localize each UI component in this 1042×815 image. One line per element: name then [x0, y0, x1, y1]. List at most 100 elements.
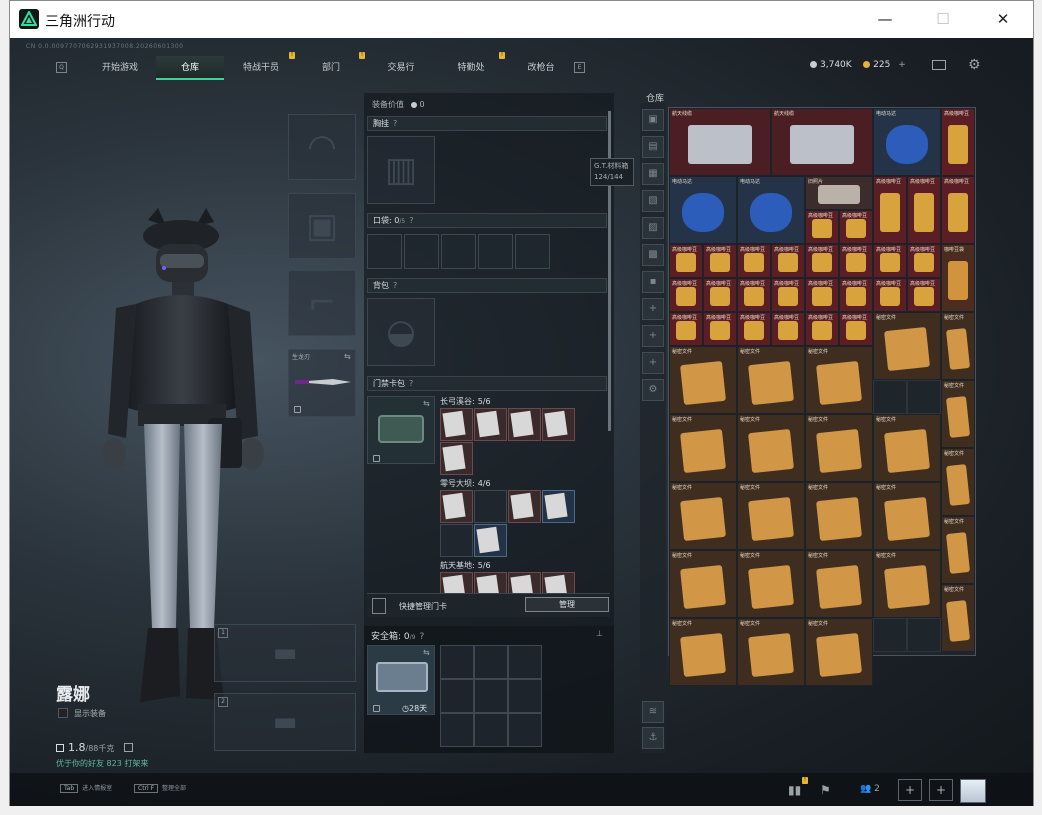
keycard-item[interactable] [508, 408, 541, 441]
stash-item-coffee[interactable]: 高级咖啡豆 [805, 312, 839, 346]
helmet-slot[interactable]: ◠ [288, 114, 356, 180]
stash-item-coffee[interactable]: 高级咖啡豆 [907, 176, 941, 244]
stash-item-coffee[interactable]: 高级咖啡豆 [805, 244, 839, 278]
stash-tab-3[interactable]: ▧ [642, 190, 664, 212]
stash-item-coffee[interactable]: 高级咖啡豆 [771, 312, 805, 346]
mail-icon[interactable] [932, 60, 946, 70]
sort-hint[interactable]: Ctrl F 整理全部 [134, 783, 186, 793]
secondary-weapon-slot[interactable]: 2 ▬ [214, 693, 356, 751]
help-icon[interactable]: ? [409, 216, 413, 225]
stash-item-doc[interactable]: 秘密文件 [941, 584, 975, 652]
melee-slot[interactable]: 生龙刃 ⇆ [288, 349, 356, 417]
flag-icon[interactable]: ⚑ [820, 783, 831, 797]
safebox-cell[interactable] [508, 713, 542, 747]
stash-item-motor[interactable]: 电动马达 [737, 176, 805, 244]
keycard-item[interactable] [508, 490, 541, 523]
stash-item-coffee[interactable]: 高级咖啡豆 [703, 278, 737, 312]
gear-icon[interactable]: ⚙ [968, 57, 981, 73]
stash-item-coffee[interactable]: 高级咖啡豆 [669, 278, 703, 312]
stash-cell[interactable] [907, 618, 941, 652]
stash-item-doc[interactable]: 秘密文件 [669, 618, 737, 686]
stash-tab-4[interactable]: ▨ [642, 217, 664, 239]
help-icon[interactable]: ? [393, 119, 397, 128]
help-icon[interactable]: ? [409, 379, 413, 388]
stash-item-coffee[interactable]: 高级咖啡豆 [907, 278, 941, 312]
stash-item-doc[interactable]: 秘密文件 [669, 482, 737, 550]
add-currency-button[interactable]: + [898, 60, 906, 70]
stash-settings-icon[interactable]: ⚙ [642, 379, 664, 401]
keycard-item[interactable] [542, 408, 575, 441]
stash-item-coffee[interactable]: 高级咖啡豆 [669, 312, 703, 346]
keycard-item[interactable] [474, 524, 507, 557]
safebox-cell[interactable] [508, 645, 542, 679]
list-icon[interactable] [123, 743, 133, 752]
add-tab-button[interactable]: + [642, 298, 664, 320]
backpack-slot[interactable]: ◒ [367, 298, 435, 366]
keycard-item[interactable] [542, 490, 575, 523]
stash-item-motor[interactable]: 电动马达 [873, 108, 941, 176]
swap-icon[interactable]: ⇆ [423, 399, 430, 408]
show-gear-checkbox[interactable] [58, 708, 68, 718]
stash-tab-6[interactable]: ▪ [642, 271, 664, 293]
stash-item-doc[interactable]: 秘密文件 [873, 550, 941, 618]
nav-prev-key[interactable]: Q [56, 62, 67, 73]
stash-cell[interactable] [907, 380, 941, 414]
stash-item-doc[interactable]: 秘密文件 [805, 618, 873, 686]
safebox-cell[interactable] [440, 713, 474, 747]
safebox-cell[interactable] [440, 679, 474, 713]
safebox-cell[interactable] [474, 713, 508, 747]
stash-item-coffee[interactable]: 高级咖啡豆 [669, 244, 703, 278]
show-gear-toggle[interactable]: 显示装备 [58, 708, 106, 719]
add-tab-button[interactable]: + [642, 352, 664, 374]
help-icon[interactable]: ? [393, 281, 397, 290]
stash-tab-2[interactable]: ▦ [642, 163, 664, 185]
add-friend-button-2[interactable]: + [929, 779, 953, 801]
pin-icon[interactable]: ⊥ [596, 629, 603, 638]
keycard-item[interactable] [440, 490, 473, 523]
primary-weapon-slot[interactable]: 1 ▬ [214, 624, 356, 682]
stash-item-doc[interactable]: 秘密文件 [941, 380, 975, 448]
add-friend-button[interactable]: + [898, 779, 922, 801]
stash-item-coffee[interactable]: 高级咖啡豆 [839, 244, 873, 278]
stash-item-coffee[interactable]: 高级咖啡豆 [941, 176, 975, 244]
minimize-button[interactable]: — [862, 1, 908, 37]
stash-item-coffee[interactable]: 高级咖啡豆 [941, 108, 975, 176]
stash-item-coffee[interactable]: 高级咖啡豆 [805, 210, 839, 244]
safebox-cell[interactable] [508, 679, 542, 713]
tab-4[interactable]: 交易行 [366, 56, 436, 80]
stash-item-doc[interactable]: 秘密文件 [737, 482, 805, 550]
stash-item-coffee[interactable]: 高级咖啡豆 [873, 244, 907, 278]
stash-cell[interactable] [873, 380, 907, 414]
stash-item-doc[interactable]: 秘密文件 [737, 618, 805, 686]
stash-item-coffee[interactable]: 高级咖啡豆 [737, 244, 771, 278]
stash-item-doc[interactable]: 秘密文件 [941, 516, 975, 584]
stash-item-photo[interactable]: 旧照片 [805, 176, 873, 210]
close-button[interactable]: ✕ [980, 1, 1026, 37]
stash-item-coffee[interactable]: 高级咖啡豆 [839, 312, 873, 346]
friends-indicator[interactable]: 👥 2 [860, 784, 880, 794]
stash-item-cable[interactable]: 航天线缆 [669, 108, 771, 176]
layers-icon[interactable]: ≋ [642, 701, 664, 723]
chest-rig-slot[interactable]: ▥ [367, 136, 435, 204]
stash-item-doc[interactable]: 秘密文件 [873, 482, 941, 550]
stash-item-coffee[interactable]: 高级咖啡豆 [703, 312, 737, 346]
stash-item-motor[interactable]: 电动马达 [669, 176, 737, 244]
pocket-slot[interactable] [515, 234, 550, 269]
stash-item-coffee[interactable]: 高级咖啡豆 [737, 312, 771, 346]
keycard-item[interactable] [440, 442, 473, 475]
stash-item-doc[interactable]: 秘密文件 [737, 550, 805, 618]
stash-tab-5[interactable]: ▩ [642, 244, 664, 266]
stash-item-doc[interactable]: 秘密文件 [669, 346, 737, 414]
pocket-slot[interactable] [441, 234, 476, 269]
safebox-slot[interactable]: ⇆ ◷28天 [367, 645, 435, 715]
stash-item-coffee[interactable]: 高级咖啡豆 [873, 278, 907, 312]
add-tab-button[interactable]: + [642, 325, 664, 347]
stash-item-doc[interactable]: 秘密文件 [941, 312, 975, 380]
stash-tab-all[interactable]: ▣ [642, 109, 664, 131]
maximize-button[interactable]: ☐ [920, 1, 966, 37]
chart-icon[interactable]: ▮▮ [788, 783, 801, 797]
manage-keycards-button[interactable]: 管理 [525, 597, 609, 612]
keycard-empty-slot[interactable] [474, 490, 507, 523]
stash-item-coffee[interactable]: 高级咖啡豆 [907, 244, 941, 278]
pistol-slot[interactable]: ⌐ [288, 270, 356, 336]
